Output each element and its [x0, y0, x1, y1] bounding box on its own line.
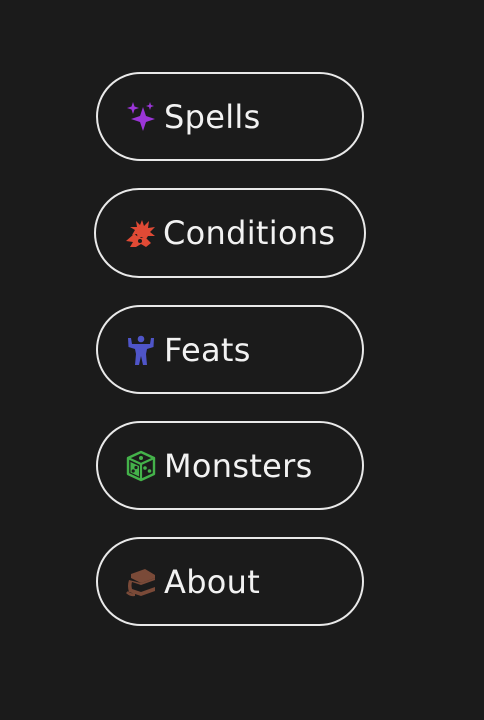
strongman-icon [124, 333, 158, 367]
about-button[interactable]: About [96, 537, 364, 626]
monsters-button[interactable]: Monsters [96, 421, 364, 510]
spells-label: Spells [164, 97, 261, 136]
spells-button[interactable]: Spells [96, 72, 364, 161]
about-label: About [164, 562, 261, 601]
feats-label: Feats [164, 330, 251, 369]
sparkles-icon [124, 100, 158, 134]
monsters-label: Monsters [164, 446, 313, 485]
burst-creature-icon [123, 216, 157, 250]
conditions-button[interactable]: Conditions [94, 188, 366, 278]
conditions-label: Conditions [163, 214, 336, 252]
die-icon [124, 449, 158, 483]
book-icon [124, 565, 158, 599]
main-menu: Spells Conditions Feats Monsters About [0, 0, 484, 720]
feats-button[interactable]: Feats [96, 305, 364, 394]
